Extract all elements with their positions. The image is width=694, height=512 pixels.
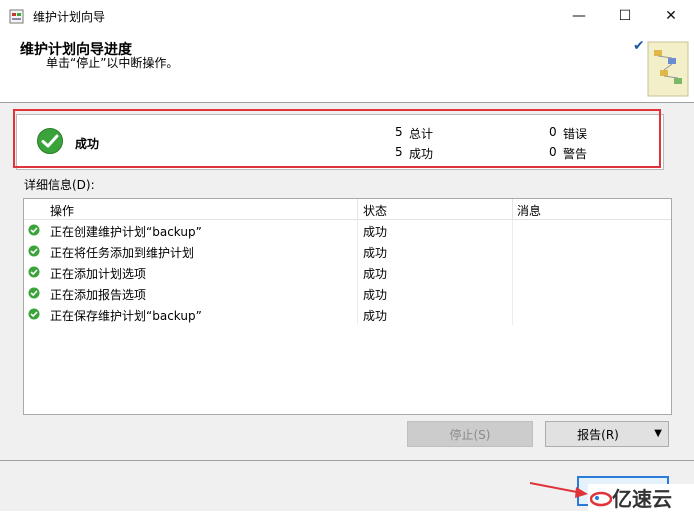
cell-divider — [512, 241, 513, 262]
wizard-content: 成功 5 总计 5 成功 0 错误 0 警告 详细信息(D): 操作 状态 消息… — [0, 103, 694, 511]
success-icon — [28, 266, 40, 278]
cell-divider — [357, 262, 358, 283]
row-operation: 正在保存维护计划“backup” — [50, 309, 202, 323]
table-row[interactable]: 正在将任务添加到维护计划 成功 — [24, 241, 671, 262]
row-operation: 正在添加报告选项 — [50, 288, 147, 302]
arrow-annotation-icon — [530, 482, 588, 498]
page-subtitle: 单击“停止”以中断操作。 — [46, 56, 179, 70]
details-grid[interactable]: 操作 状态 消息 正在创建维护计划“backup” 成功 正在将任务添加到维护计… — [23, 198, 672, 415]
dropdown-arrow-icon: ▼ — [654, 428, 662, 439]
cell-divider — [512, 262, 513, 283]
footer-divider — [0, 460, 694, 461]
success-icon — [28, 308, 40, 320]
cell-divider — [512, 304, 513, 325]
column-header-operation[interactable]: 操作 — [50, 202, 74, 219]
column-divider[interactable] — [357, 199, 358, 219]
table-row[interactable]: 正在添加计划选项 成功 — [24, 262, 671, 283]
row-operation: 正在创建维护计划“backup” — [50, 225, 202, 239]
column-divider[interactable] — [512, 199, 513, 219]
row-status: 成功 — [363, 267, 388, 281]
table-row[interactable]: 正在保存维护计划“backup” 成功 — [24, 304, 671, 325]
watermark: 亿速云 — [588, 484, 694, 511]
row-status: 成功 — [363, 246, 388, 260]
column-header-message[interactable]: 消息 — [517, 202, 541, 219]
wizard-graphic-icon — [647, 41, 689, 97]
close-window-button[interactable]: ✕ — [648, 0, 694, 32]
cell-divider — [357, 220, 358, 241]
row-status: 成功 — [363, 309, 388, 323]
success-icon — [28, 224, 40, 236]
success-icon — [28, 245, 40, 257]
minimize-button[interactable]: — — [556, 0, 602, 32]
stop-button[interactable]: 停止(S) — [407, 421, 533, 447]
maximize-button[interactable]: ☐ — [602, 0, 648, 32]
cell-divider — [512, 220, 513, 241]
grid-header: 操作 状态 消息 — [24, 199, 671, 220]
cell-divider — [357, 241, 358, 262]
watermark-text: 亿速云 — [612, 487, 672, 511]
minimize-icon: — — [572, 8, 586, 24]
maximize-icon: ☐ — [618, 8, 632, 24]
column-header-status[interactable]: 状态 — [363, 202, 387, 219]
highlight-annotation — [13, 109, 661, 168]
cell-divider — [357, 283, 358, 304]
cell-divider — [357, 304, 358, 325]
close-icon: ✕ — [665, 8, 677, 24]
row-status: 成功 — [363, 288, 388, 302]
report-button[interactable]: 报告(R) ▼ — [545, 421, 669, 447]
app-icon — [9, 9, 24, 24]
table-row[interactable]: 正在创建维护计划“backup” 成功 — [24, 220, 671, 241]
watermark-logo-icon — [590, 491, 612, 507]
row-status: 成功 — [363, 225, 388, 239]
row-operation: 正在将任务添加到维护计划 — [50, 246, 195, 260]
title-bar: 维护计划向导 — ☐ ✕ — [0, 0, 694, 32]
report-button-label: 报告(R) — [577, 427, 619, 442]
stop-button-label: 停止(S) — [449, 427, 491, 442]
wizard-header: 维护计划向导进度 单击“停止”以中断操作。 ✔ — [0, 32, 694, 102]
table-row[interactable]: 正在添加报告选项 成功 — [24, 283, 671, 304]
details-label: 详细信息(D): — [24, 178, 95, 192]
success-icon — [28, 287, 40, 299]
row-operation: 正在添加计划选项 — [50, 267, 147, 281]
cell-divider — [512, 283, 513, 304]
window-title: 维护计划向导 — [33, 10, 106, 24]
